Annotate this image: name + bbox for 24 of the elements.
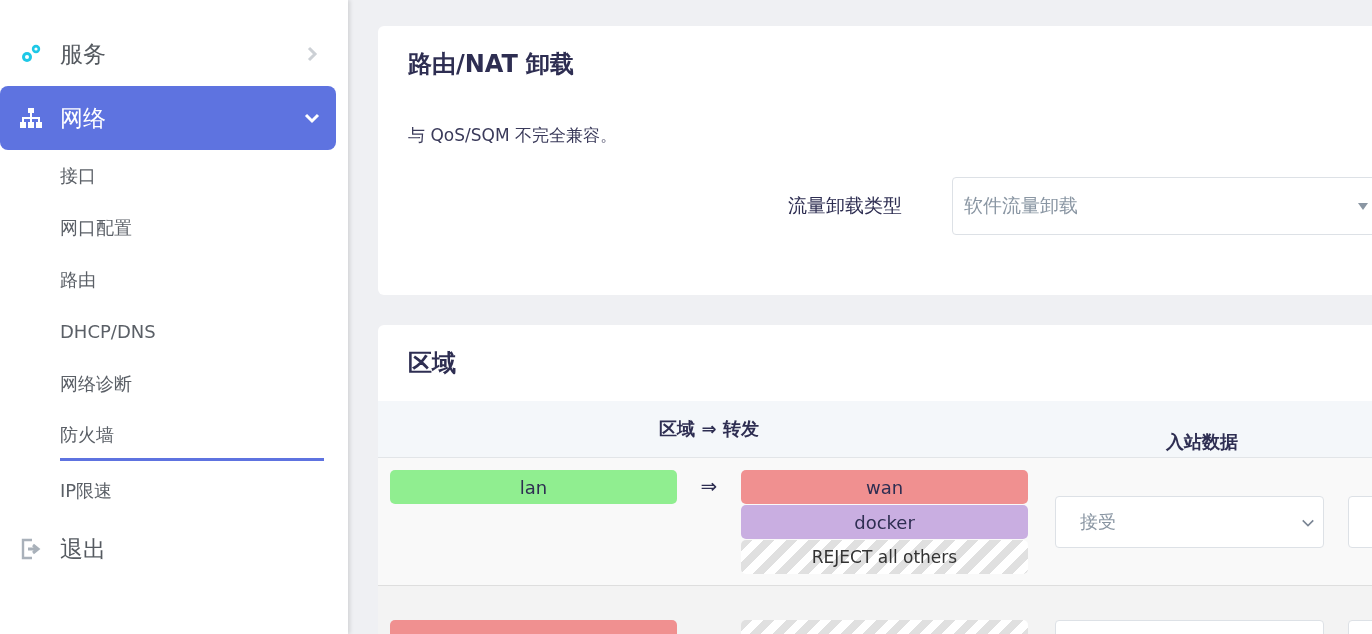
column-header: 区域 ⇒ 转发 [658, 417, 760, 441]
sidebar-item[interactable]: 网络 [0, 86, 336, 150]
submenu-item[interactable]: 路由 [60, 254, 324, 306]
submenu-item[interactable]: DHCP/DNS [60, 306, 324, 358]
zone-badge: lan [390, 470, 677, 504]
submenu-item[interactable]: 网络诊断 [60, 358, 324, 410]
submenu-item[interactable]: 网口配置 [60, 202, 324, 254]
zone-badge: docker [741, 505, 1028, 539]
section-title: 区域 [407, 348, 457, 379]
sidebar-item[interactable]: 退出 [0, 517, 336, 581]
submenu-item[interactable]: 防火墙 [60, 410, 324, 461]
reject-badge: REJECT all others [741, 540, 1028, 574]
column-header: 入站数据 [1164, 430, 1239, 454]
sidebar-item[interactable]: 服务 [0, 22, 336, 86]
submenu-item[interactable]: 接口 [60, 150, 324, 202]
section-title: 路由/NAT 卸载 [408, 49, 576, 80]
field-label: 流量卸载类型 [786, 193, 902, 218]
description-text: 与 QoS/SQM 不完全兼容。 [408, 124, 618, 147]
logout-icon [19, 537, 43, 561]
submenu-item[interactable]: IP限速 [60, 465, 324, 517]
dropdown-triangle-icon [1357, 203, 1368, 210]
zone-badge: wan [741, 470, 1028, 504]
arrow-text: ⇒ [699, 473, 719, 500]
sitemap-icon [19, 106, 43, 130]
